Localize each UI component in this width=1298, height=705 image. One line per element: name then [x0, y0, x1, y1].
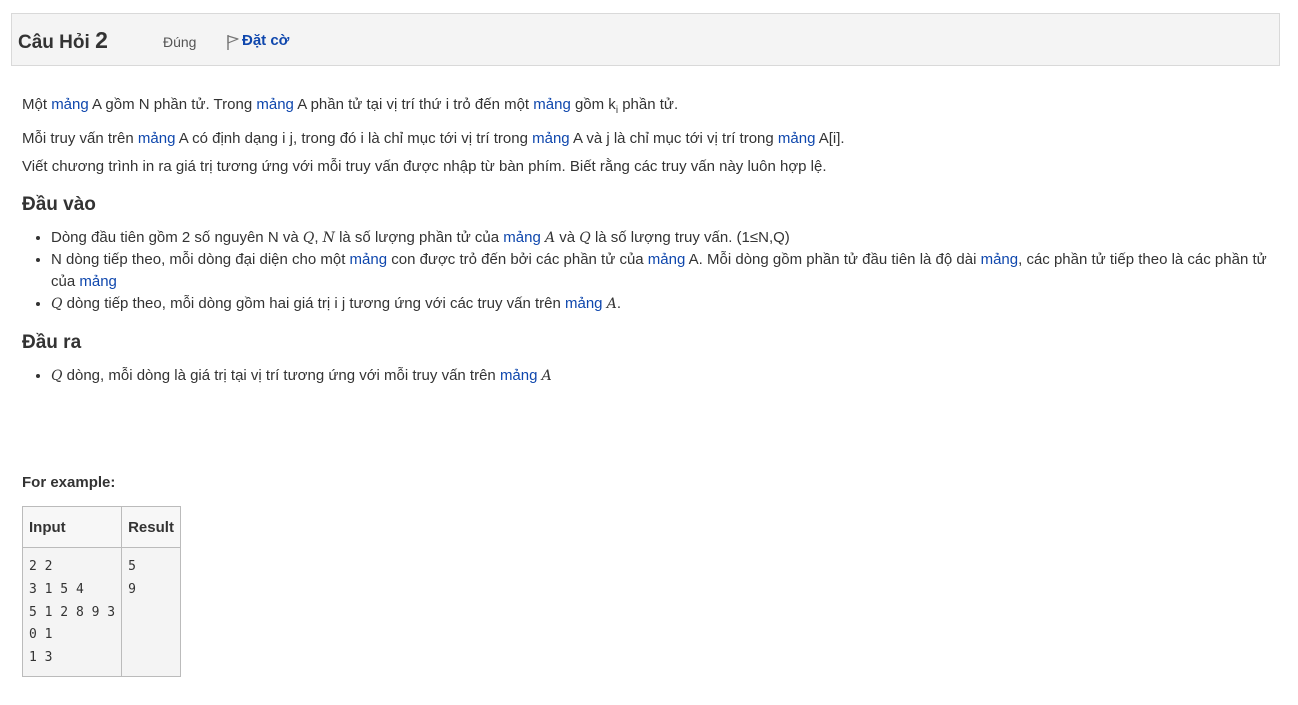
text: A có định dạng i j, trong đó i là chỉ mụ…	[175, 130, 533, 147]
text: A phần tử tại vị trí thứ i trỏ đến một	[293, 96, 534, 113]
glossary-link-mang[interactable]: mảng	[533, 96, 571, 113]
example-result: 5 9	[128, 559, 136, 597]
text: A và j là chỉ mục tới vị trí trong	[569, 130, 778, 147]
example-table: Input Result 2 2 3 1 5 4 5 1 2 8 9 3 0 1…	[21, 506, 181, 677]
list-item: Q dòng, mỗi dòng là giá trị tại vị trí t…	[51, 365, 1278, 387]
math-var: N	[322, 230, 335, 246]
flag-label: Đặt cờ	[242, 32, 290, 49]
question-title-prefix: Câu Hỏi	[18, 32, 90, 53]
column-header-result: Result	[121, 506, 181, 548]
glossary-link-mang[interactable]: mảng	[503, 229, 541, 246]
question-content: Một mảng A gồm N phần tử. Trong mảng A p…	[22, 94, 1278, 387]
text: Dòng đầu tiên gồm 2 số nguyên N và	[51, 229, 303, 246]
text: A[i].	[815, 130, 845, 147]
question-header: Câu Hỏi 2 Đúng Đặt cờ	[11, 13, 1280, 66]
glossary-link-mang[interactable]: mảng	[256, 96, 294, 113]
text: con được trỏ đến bởi các phần tử của	[387, 251, 648, 268]
math-var: Q	[579, 230, 591, 246]
glossary-link-mang[interactable]: mảng	[648, 251, 686, 268]
glossary-link-mang[interactable]: mảng	[51, 96, 89, 113]
glossary-link-mang[interactable]: mảng	[778, 130, 816, 147]
math-var: A	[541, 368, 552, 384]
text: dòng tiếp theo, mỗi dòng gồm hai giá trị…	[62, 295, 565, 312]
math-var: Q	[51, 368, 63, 384]
glossary-link-mang[interactable]: mảng	[350, 251, 388, 268]
input-cell: 2 2 3 1 5 4 5 1 2 8 9 3 0 1 1 3	[21, 547, 123, 677]
text: dòng, mỗi dòng là giá trị tại vị trí tươ…	[62, 367, 500, 384]
description-line-1: Một mảng A gồm N phần tử. Trong mảng A p…	[22, 94, 1278, 121]
glossary-link-mang[interactable]: mảng	[532, 130, 570, 147]
input-heading: Đầu vào	[22, 194, 96, 215]
text: A gồm N phần tử. Trong	[88, 96, 257, 113]
input-list: Dòng đầu tiên gồm 2 số nguyên N và Q, N …	[22, 227, 1278, 315]
glossary-link-mang[interactable]: mảng	[981, 251, 1019, 268]
text: N dòng tiếp theo, mỗi dòng đại diện cho …	[51, 251, 350, 268]
description-line-2: Mỗi truy vấn trên mảng A có định dạng i …	[22, 128, 1278, 149]
column-header-input: Input	[21, 506, 123, 548]
question-number: 2	[95, 27, 108, 53]
text: ,	[314, 229, 323, 246]
text: phần tử.	[618, 96, 679, 113]
flag-icon	[227, 35, 239, 50]
question-title: Câu Hỏi 2	[18, 27, 108, 54]
output-heading: Đầu ra	[22, 332, 82, 353]
text: A. Mỗi dòng gồm phần tử đầu tiên là độ d…	[685, 251, 981, 268]
text: và	[555, 229, 580, 246]
text: là số lượng truy vấn. (1≤N,Q)	[590, 229, 790, 246]
text: .	[616, 295, 621, 312]
glossary-link-mang[interactable]: mảng	[500, 367, 538, 384]
list-item: Q dòng tiếp theo, mỗi dòng gồm hai giá t…	[51, 293, 1278, 315]
table-header-row: Input Result	[21, 506, 181, 548]
glossary-link-mang[interactable]: mảng	[138, 130, 176, 147]
text: gồm k	[570, 96, 616, 113]
example-input: 2 2 3 1 5 4 5 1 2 8 9 3 0 1 1 3	[29, 559, 116, 666]
math-var: A	[606, 296, 617, 312]
glossary-link-mang[interactable]: mảng	[79, 273, 117, 290]
math-var: Q	[51, 296, 63, 312]
math-var: A	[544, 230, 556, 246]
output-list: Q dòng, mỗi dòng là giá trị tại vị trí t…	[22, 365, 1278, 387]
example-label: For example:	[22, 474, 116, 491]
question-status: Đúng	[163, 34, 197, 50]
math-var: Q	[302, 230, 315, 246]
text: Mỗi truy vấn trên	[22, 130, 138, 147]
glossary-link-mang[interactable]: mảng	[565, 295, 603, 312]
result-cell: 5 9	[121, 547, 181, 677]
list-item: N dòng tiếp theo, mỗi dòng đại diện cho …	[51, 249, 1278, 293]
list-item: Dòng đầu tiên gồm 2 số nguyên N và Q, N …	[51, 227, 1278, 249]
flag-question-button[interactable]: Đặt cờ	[226, 32, 289, 51]
table-row: 2 2 3 1 5 4 5 1 2 8 9 3 0 1 1 3 5 9	[21, 547, 181, 677]
text: Một	[22, 96, 52, 113]
text: là số lượng phần tử của	[334, 229, 504, 246]
description-line-3: Viết chương trình in ra giá trị tương ứn…	[22, 158, 827, 175]
